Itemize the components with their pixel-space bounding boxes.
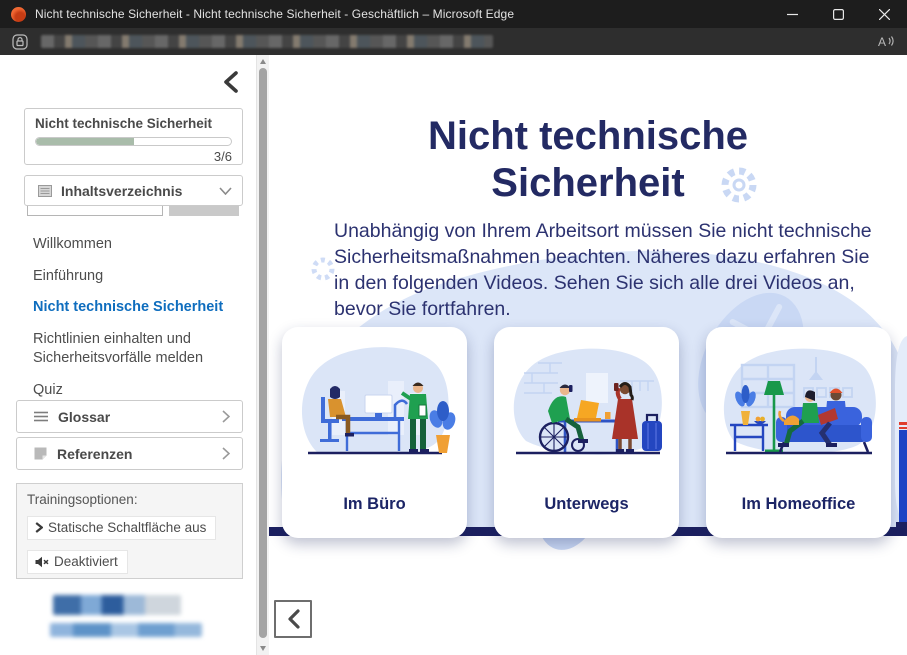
window-controls bbox=[769, 0, 907, 28]
minimize-icon bbox=[787, 9, 798, 20]
logo-redacted-line2 bbox=[50, 623, 202, 637]
page-body: Nicht technische Sicherheit 3/6 Inhaltsv… bbox=[0, 55, 907, 655]
chevron-left-icon bbox=[223, 71, 238, 93]
slide-paragraph: Unabhängig von Ihrem Arbeitsort müssen S… bbox=[334, 219, 882, 323]
close-button[interactable] bbox=[861, 0, 907, 28]
page-icon bbox=[34, 447, 47, 460]
scrolled-item-fragment bbox=[27, 206, 163, 216]
office-illustration bbox=[290, 333, 460, 485]
course-progress-card: Nicht technische Sicherheit 3/6 bbox=[24, 108, 243, 165]
references-button[interactable]: Referenzen bbox=[16, 437, 243, 470]
toc-label: Inhaltsverzeichnis bbox=[61, 183, 182, 199]
references-label: Referenzen bbox=[57, 446, 132, 462]
logo-redacted-line1 bbox=[53, 595, 181, 615]
maximize-button[interactable] bbox=[815, 0, 861, 28]
slide-content: Nicht technische Sicherheit Unabhängig v… bbox=[269, 55, 907, 655]
maximize-icon bbox=[833, 9, 844, 20]
video-card-unterwegs[interactable]: Unterwegs bbox=[494, 327, 679, 538]
list-icon bbox=[38, 185, 52, 197]
chevron-right-icon bbox=[222, 447, 230, 460]
address-bar[interactable]: A bbox=[0, 28, 907, 55]
speaker-muted-icon bbox=[35, 556, 49, 568]
menu-item-willkommen[interactable]: Willkommen bbox=[0, 229, 252, 261]
chevron-left-icon bbox=[287, 609, 300, 629]
chevron-right-icon bbox=[222, 410, 230, 423]
lock-icon bbox=[12, 34, 28, 50]
glossary-label: Glossar bbox=[58, 409, 110, 425]
menu-item-nicht-technische-sicherheit[interactable]: Nicht technische Sicherheit bbox=[0, 292, 252, 324]
window-title: Nicht technische Sicherheit - Nicht tech… bbox=[35, 7, 514, 21]
svg-text:A: A bbox=[878, 35, 886, 49]
progress-bar bbox=[35, 137, 232, 146]
site-favicon-icon bbox=[11, 7, 26, 22]
chevron-down-icon bbox=[219, 187, 232, 195]
scrollbar-thumb[interactable] bbox=[259, 68, 267, 638]
travel-illustration bbox=[502, 333, 672, 485]
scrolled-scrollbar-fragment bbox=[169, 206, 239, 216]
toc-dropdown[interactable]: Inhaltsverzeichnis bbox=[24, 175, 243, 206]
mute-button-label: Deaktiviert bbox=[54, 554, 118, 569]
card-label-unterwegs: Unterwegs bbox=[544, 495, 628, 514]
slide-title: Nicht technische Sicherheit bbox=[269, 113, 907, 207]
title-bar: Nicht technische Sicherheit - Nicht tech… bbox=[0, 0, 907, 28]
card-label-im-homeoffice: Im Homeoffice bbox=[742, 495, 856, 514]
video-card-im-homeoffice[interactable]: Im Homeoffice bbox=[706, 327, 891, 538]
sidebar-scrollbar[interactable] bbox=[256, 55, 269, 655]
back-button[interactable] bbox=[274, 600, 312, 638]
read-aloud-icon[interactable]: A bbox=[877, 34, 895, 49]
sidebar-collapse-button[interactable] bbox=[216, 67, 244, 97]
training-options-title: Trainingsoptionen: bbox=[27, 492, 232, 507]
glossary-button[interactable]: Glossar bbox=[16, 400, 243, 433]
video-card-im-buero[interactable]: Im Büro bbox=[282, 327, 467, 538]
static-button-label: Statische Schaltfläche aus bbox=[48, 520, 206, 535]
glossary-lines-icon bbox=[34, 411, 48, 422]
edge-cutoff-decoration bbox=[893, 330, 907, 530]
static-button-toggle[interactable]: Statische Schaltfläche aus bbox=[27, 516, 216, 540]
url-redacted-text bbox=[41, 35, 493, 48]
sidebar: Nicht technische Sicherheit 3/6 Inhaltsv… bbox=[0, 55, 256, 655]
card-label-im-buero: Im Büro bbox=[343, 495, 405, 514]
homeoffice-illustration bbox=[714, 333, 884, 485]
progress-fill bbox=[36, 138, 134, 145]
course-title: Nicht technische Sicherheit bbox=[35, 116, 232, 131]
company-logo bbox=[0, 595, 252, 637]
menu-item-richtlinien[interactable]: Richtlinien einhalten und Sicherheitsvor… bbox=[0, 324, 252, 375]
close-icon bbox=[879, 9, 890, 20]
chevron-right-icon bbox=[35, 522, 43, 533]
scroll-down-icon[interactable] bbox=[260, 646, 266, 651]
training-options-box: Trainingsoptionen: Statische Schaltfläch… bbox=[16, 483, 243, 579]
browser-window: Nicht technische Sicherheit - Nicht tech… bbox=[0, 0, 907, 655]
progress-count: 3/6 bbox=[35, 149, 232, 164]
minimize-button[interactable] bbox=[769, 0, 815, 28]
audio-mute-toggle[interactable]: Deaktiviert bbox=[27, 550, 128, 574]
scroll-up-icon[interactable] bbox=[260, 59, 266, 64]
menu-item-einfuehrung[interactable]: Einführung bbox=[0, 261, 252, 293]
